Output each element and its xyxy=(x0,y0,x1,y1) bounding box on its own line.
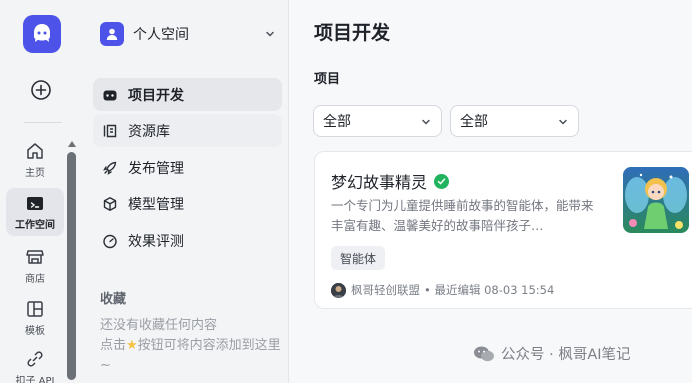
nav-item-resource-library[interactable]: 资源库 xyxy=(93,114,282,147)
project-edited-time: • 最近编辑 08-03 15:54 xyxy=(424,283,555,297)
favorites-empty-line: 还没有收藏任何内容 xyxy=(100,318,218,333)
rail-item-store[interactable]: 商店 xyxy=(6,242,64,290)
app-logo-icon[interactable] xyxy=(23,15,61,53)
nav-item-label: 模型管理 xyxy=(128,196,184,213)
nav-item-model-management[interactable]: 模型管理 xyxy=(93,187,282,220)
project-card-meta: 枫哥轻创联盟 • 最近编辑 08-03 15:54 xyxy=(331,282,554,298)
store-icon xyxy=(26,250,44,264)
rail-divider xyxy=(24,122,62,123)
favorites-empty-text: 还没有收藏任何内容 点击★按钮可将内容添加到这里~ xyxy=(100,316,286,376)
cube-icon xyxy=(102,196,118,212)
scroll-up-arrow-icon[interactable] xyxy=(67,140,76,148)
space-name: 个人空间 xyxy=(133,27,189,43)
chevron-down-icon xyxy=(266,31,274,37)
rail-item-templates[interactable]: 模板 xyxy=(6,294,64,342)
rocket-icon xyxy=(102,160,118,176)
project-author: 枫哥轻创联盟 xyxy=(351,283,420,297)
rail-item-api[interactable]: 扣子 API xyxy=(6,344,64,383)
project-card-description: 一个专门为儿童提供睡前故事的智能体，能带来丰富有趣、温馨美好的故事陪伴孩子… xyxy=(331,198,594,233)
rail-item-label: 扣子 API xyxy=(15,376,55,383)
wechat-icon xyxy=(474,346,494,361)
chevron-down-icon xyxy=(559,119,567,125)
rail-item-workspace[interactable]: 工作空间 xyxy=(6,188,64,236)
nav-item-label: 效果评测 xyxy=(128,233,184,250)
bot-icon xyxy=(102,87,118,103)
project-type-badge: 智能体 xyxy=(331,246,386,270)
library-icon xyxy=(102,123,118,139)
nav-item-label: 项目开发 xyxy=(128,87,184,104)
project-thumbnail xyxy=(623,167,689,233)
template-icon xyxy=(27,301,43,317)
rail-item-label: 商店 xyxy=(25,274,45,285)
rail-scrollbar[interactable] xyxy=(67,152,76,380)
page-title: 项目开发 xyxy=(314,22,391,44)
project-card-title: 梦幻故事精灵 xyxy=(331,173,428,192)
avatar xyxy=(331,282,346,298)
home-icon xyxy=(27,143,43,159)
create-button[interactable] xyxy=(29,78,53,102)
main-panel: 项目开发 项目 全部 全部 梦幻故事精灵 一个专门为儿童提供睡前故事的智能体，能… xyxy=(288,0,692,383)
rail-item-home[interactable]: 主页 xyxy=(6,136,64,184)
favorites-title: 收藏 xyxy=(100,292,127,307)
verified-check-icon xyxy=(434,173,450,189)
filter-select-value: 全部 xyxy=(323,114,351,130)
rail-item-label: 模板 xyxy=(25,326,45,337)
gauge-icon xyxy=(102,233,118,249)
rail-item-label: 工作空间 xyxy=(15,220,55,231)
nav-item-label: 资源库 xyxy=(128,123,170,140)
user-icon xyxy=(100,22,124,46)
left-rail: 主页 工作空间 商店 模板 扣子 API xyxy=(0,0,86,383)
filter-select-2[interactable]: 全部 xyxy=(450,105,579,137)
watermark: 公众号 · 枫哥AI笔记 xyxy=(473,343,631,364)
project-card-title-row: 梦幻故事精灵 xyxy=(331,169,450,193)
nav-item-evaluation[interactable]: 效果评测 xyxy=(93,224,282,257)
chevron-down-icon xyxy=(422,119,430,125)
space-switcher[interactable]: 个人空间 xyxy=(100,19,280,49)
nav-item-publish[interactable]: 发布管理 xyxy=(93,151,282,184)
workspace-icon xyxy=(27,197,43,210)
api-icon xyxy=(27,351,43,367)
star-icon: ★ xyxy=(126,338,138,353)
filter-select-1[interactable]: 全部 xyxy=(313,105,442,137)
section-title: 项目 xyxy=(314,72,341,87)
rail-item-label: 主页 xyxy=(25,168,45,179)
nav-item-label: 发布管理 xyxy=(128,160,184,177)
watermark-text: 公众号 · 枫哥AI笔记 xyxy=(501,347,631,363)
workspace-sidebar: 个人空间 项目开发 资源库 发布管理 模型管理 效果评测 收藏 还没有收藏任何内… xyxy=(86,0,288,383)
filter-select-value: 全部 xyxy=(460,114,488,130)
nav-item-project-dev[interactable]: 项目开发 xyxy=(93,78,282,111)
favorites-hint-prefix: 点击 xyxy=(100,338,127,353)
plus-circle-icon xyxy=(31,80,51,100)
project-card[interactable]: 梦幻故事精灵 一个专门为儿童提供睡前故事的智能体，能带来丰富有趣、温馨美好的故事… xyxy=(314,151,692,309)
